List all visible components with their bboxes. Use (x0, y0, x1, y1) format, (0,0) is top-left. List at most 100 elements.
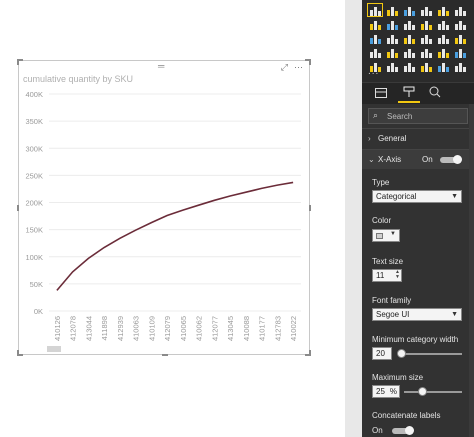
series-line[interactable] (56, 181, 294, 291)
format-tab[interactable] (398, 85, 420, 103)
kpi-icon[interactable] (453, 46, 467, 58)
text-size-value: 11 (376, 271, 385, 280)
toggle-knob (405, 426, 414, 435)
clustered-column-icon[interactable] (419, 4, 433, 16)
stacked-column-icon[interactable] (385, 4, 399, 16)
color-picker[interactable]: ▼ (372, 229, 400, 242)
multirow-card-icon[interactable] (436, 46, 450, 58)
max-size-slider[interactable] (404, 391, 462, 393)
x-tick-label: 410109 (147, 316, 156, 341)
y-tick-label: 150K (25, 226, 43, 235)
y-tick-label: 250K (25, 171, 43, 180)
search-icon: ⌕ (373, 110, 379, 120)
general-section-header[interactable]: › General (362, 128, 474, 148)
clustered-bar-icon[interactable] (402, 4, 416, 16)
concatenate-state-label: On (372, 426, 383, 435)
x-tick-label: 410065 (179, 316, 188, 341)
line-chart-icon[interactable] (368, 18, 382, 30)
concatenate-labels-label: Concatenate labels (372, 411, 441, 420)
scatter-icon[interactable] (385, 32, 399, 44)
format-pane-scrollbar[interactable] (469, 104, 474, 437)
y-tick-label: 50K (30, 280, 43, 289)
x-tick-label: 410126 (53, 316, 62, 341)
font-family-select[interactable]: Segoe UI ▼ (372, 308, 462, 321)
r-visual-icon[interactable] (419, 60, 433, 72)
custom-visual-icon[interactable] (453, 60, 467, 72)
treemap-icon[interactable] (436, 32, 450, 44)
min-category-width-input[interactable]: 20 (372, 347, 392, 360)
x-tick-label: 412077 (210, 316, 219, 341)
font-family-label: Font family (372, 296, 412, 305)
gauge-icon[interactable] (402, 46, 416, 58)
search-input[interactable]: ⌕ Search (368, 108, 468, 124)
xaxis-label: X-Axis (378, 155, 402, 164)
card-icon[interactable] (419, 46, 433, 58)
pie-icon[interactable] (402, 32, 416, 44)
line-chart-visual[interactable]: ═ ⤢ ⋯ cumulative quantity by SKU 400K 350… (17, 59, 311, 356)
xaxis-state-label: On (422, 155, 433, 164)
map-icon[interactable] (453, 32, 467, 44)
chevron-right-icon: › (368, 134, 371, 143)
line-stacked-icon[interactable] (436, 18, 450, 30)
x-tick-label: 410177 (258, 316, 267, 341)
dropdown-caret-icon: ▼ (451, 311, 458, 318)
fields-icon (375, 88, 387, 98)
min-category-width-slider-knob[interactable] (397, 349, 406, 358)
stacked-bar-icon[interactable] (367, 3, 383, 17)
spinner-icon[interactable]: ▲ ▼ (395, 270, 400, 280)
chevron-down-icon: ⌄ (368, 155, 375, 164)
xaxis-section-header[interactable]: ⌄ X-Axis On (362, 149, 474, 169)
x-tick-label: 413044 (84, 316, 93, 341)
max-size-label: Maximum size (372, 373, 424, 382)
x-scrollbar-thumb[interactable] (47, 346, 61, 352)
color-swatch (376, 233, 383, 239)
type-label: Type (372, 178, 390, 187)
search-placeholder: Search (387, 112, 413, 121)
y-tick-label: 300K (25, 144, 43, 153)
more-visuals-icon[interactable]: ... (368, 66, 379, 77)
line-column-icon[interactable] (419, 18, 433, 30)
x-tick-label: 412939 (116, 316, 125, 341)
toggle-knob (453, 155, 462, 164)
x-tick-label: 413045 (226, 316, 235, 341)
color-label: Color (372, 216, 392, 225)
x-tick-label: 411898 (100, 316, 109, 340)
format-pane: ⌕ Search › General ⌄ X-Axis On Type Cate… (362, 104, 474, 437)
type-select[interactable]: Categorical ▼ (372, 190, 462, 203)
max-size-input[interactable]: 25 % (372, 385, 400, 398)
canvas-pane-divider (345, 0, 362, 437)
max-size-slider-knob[interactable] (418, 387, 427, 396)
filled-map-icon[interactable] (368, 46, 382, 58)
matrix-icon[interactable] (402, 60, 416, 72)
stacked-area-icon[interactable] (402, 18, 416, 30)
analytics-tab[interactable] (424, 85, 446, 103)
min-category-width-slider[interactable] (398, 353, 462, 355)
100-bar-icon[interactable] (436, 4, 450, 16)
x-tick-label: 412078 (69, 316, 78, 341)
y-tick-label: 200K (25, 199, 43, 208)
x-tick-label: 410088 (242, 316, 251, 341)
text-size-label: Text size (372, 257, 404, 266)
table-icon[interactable] (385, 60, 399, 72)
xaxis-toggle[interactable] (440, 155, 462, 164)
ribbon-icon[interactable] (453, 18, 467, 30)
y-tick-label: 100K (25, 253, 43, 262)
x-tick-label: 412079 (163, 316, 172, 341)
donut-icon[interactable] (419, 32, 433, 44)
fields-tab[interactable] (370, 85, 392, 103)
x-tick-label: 410063 (132, 316, 141, 341)
dropdown-caret-icon: ▼ (451, 193, 458, 200)
globe-icon[interactable] (436, 60, 450, 72)
chart-plot: 400K 350K 300K 250K 200K 150K 100K 50K 0K 410126 4… (25, 90, 301, 341)
x-tick-label: 412783 (273, 316, 282, 341)
waterfall-icon[interactable] (368, 32, 382, 44)
max-size-unit: % (389, 387, 397, 396)
x-tick-label: 410022 (289, 316, 298, 341)
100-column-icon[interactable] (453, 4, 467, 16)
report-canvas: ═ ⤢ ⋯ cumulative quantity by SKU 400K 350… (0, 0, 345, 437)
funnel-icon[interactable] (385, 46, 399, 58)
area-chart-icon[interactable] (385, 18, 399, 30)
concatenate-labels-toggle[interactable] (392, 426, 414, 435)
text-size-input[interactable]: 11 ▲ ▼ (372, 269, 402, 282)
y-tick-label: 0K (34, 307, 43, 316)
